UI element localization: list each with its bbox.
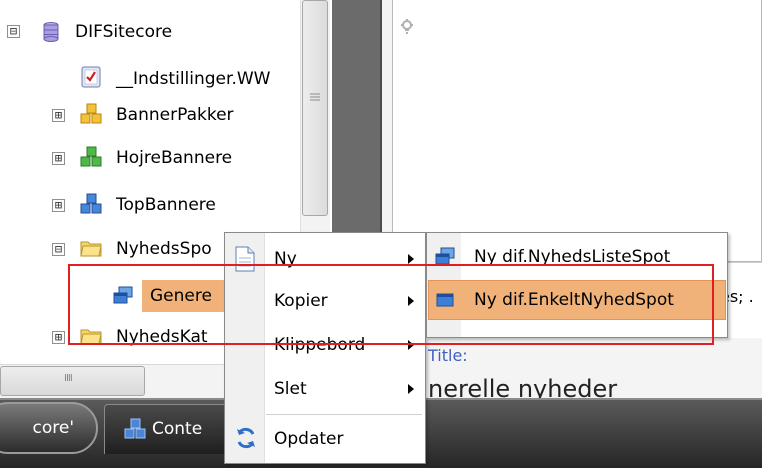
expand-icon[interactable]: ⊞ (52, 331, 65, 344)
sitecore-start-button[interactable]: core' (0, 402, 98, 454)
yellow-cubes-icon (80, 103, 102, 124)
tree-node-label: HojreBannere (116, 148, 233, 168)
menu-item-label: Opdater (274, 429, 344, 449)
tree-node-topbannere[interactable]: ⊞ TopBannere (0, 190, 300, 220)
scroll-grip-icon (310, 93, 320, 101)
menu-item-slet[interactable]: Slet (266, 374, 424, 404)
vertical-scrollbar-thumb[interactable] (302, 0, 328, 216)
start-button-label: core' (32, 418, 75, 438)
scroll-grip-icon: IIII (64, 373, 73, 384)
collapse-icon[interactable]: ⊟ (7, 25, 20, 38)
taskbar-button-label: Conte (152, 419, 203, 439)
refresh-icon (237, 427, 255, 449)
settings-item-icon (81, 66, 101, 88)
menu-separator (266, 414, 422, 415)
tree-node-label: __Indstillinger.WW (116, 69, 271, 89)
menu-item-label: Slet (274, 379, 307, 399)
expand-icon[interactable]: ⊞ (52, 152, 65, 165)
collapse-icon[interactable]: ⊟ (52, 243, 65, 256)
tree-node-label: DIFSitecore (75, 22, 173, 42)
blue-cubes-icon (124, 418, 146, 439)
annotation-highlight-box (68, 264, 714, 345)
database-icon (43, 22, 59, 42)
tree-node-label: BannerPakker (116, 105, 234, 125)
tree-node-indstillinger[interactable]: __Indstillinger.WW (0, 64, 300, 94)
folder-icon (80, 241, 102, 257)
blue-cubes-icon (80, 193, 102, 214)
tree-node-bannerpakker[interactable]: ⊞ BannerPakker (0, 100, 300, 130)
tree-node-difsitecore[interactable]: ⊟ DIFSitecore (0, 17, 300, 47)
expand-icon[interactable]: ⊞ (52, 109, 65, 122)
submenu-arrow-icon (408, 254, 414, 264)
title-field-value[interactable]: nerelle nyheder (428, 372, 762, 398)
content-preview-box (392, 0, 762, 262)
tree-node-label: NyhedsSpo (116, 239, 212, 259)
expand-icon[interactable]: ⊞ (52, 199, 65, 212)
tree-node-hojrebannere[interactable]: ⊞ HojreBannere (0, 143, 300, 173)
title-field-label: Title: (428, 346, 468, 365)
submenu-arrow-icon (408, 384, 414, 394)
green-cubes-icon (80, 146, 102, 167)
tree-node-label: TopBannere (116, 195, 216, 215)
gear-icon (401, 19, 413, 34)
menu-item-opdater[interactable]: Opdater (266, 424, 424, 454)
